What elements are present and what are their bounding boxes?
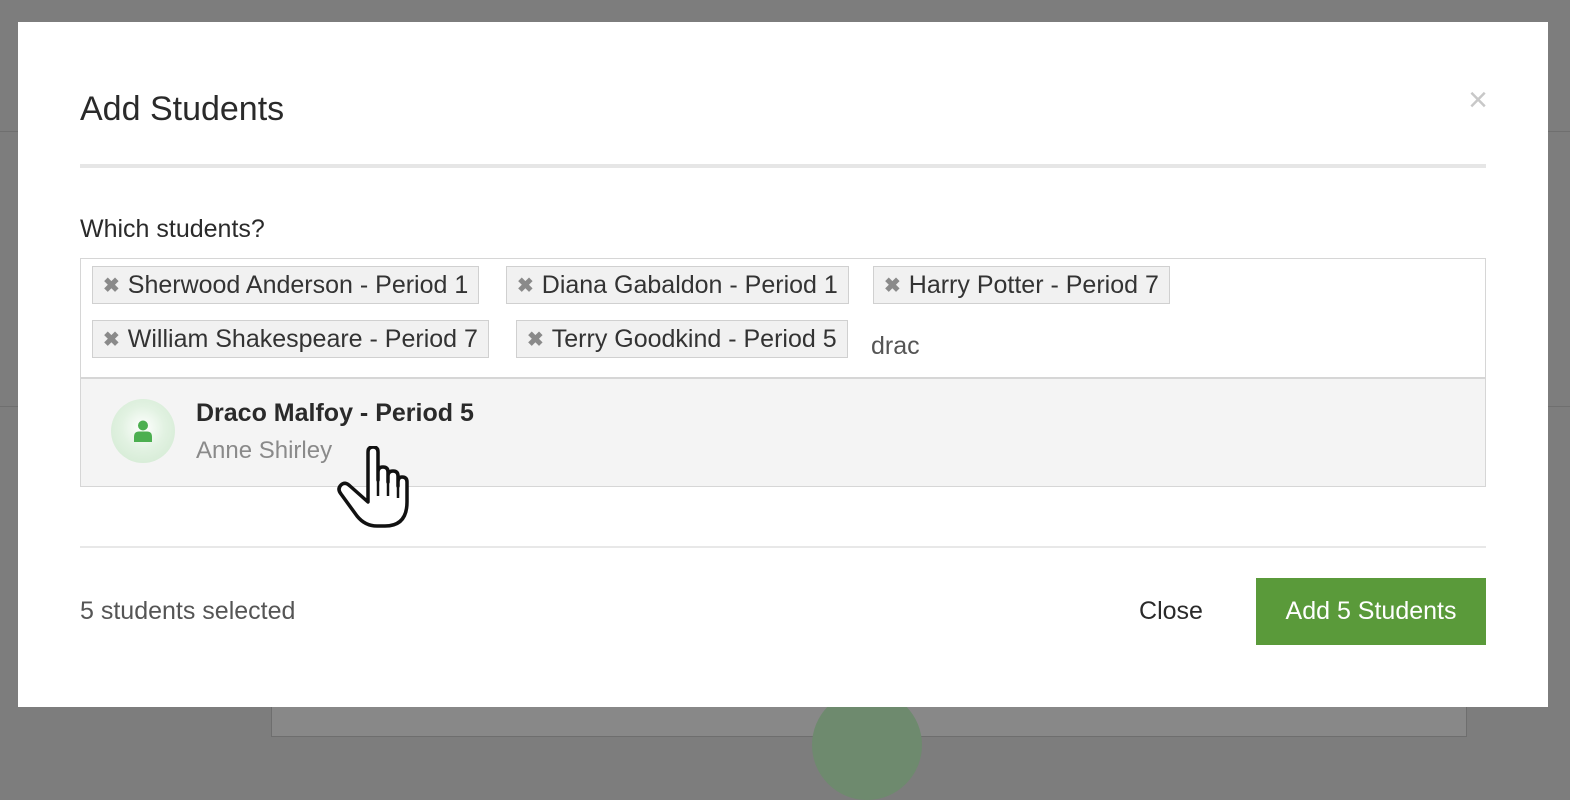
student-search-input[interactable]	[871, 329, 1071, 363]
remove-chip-icon[interactable]: ✖	[527, 327, 544, 352]
chip-label: Terry Goodkind - Period 5	[551, 324, 837, 353]
selected-student-chip: ✖ William Shakespeare - Period 7	[92, 320, 489, 358]
chip-label: Diana Gabaldon - Period 1	[541, 270, 838, 299]
student-multi-select[interactable]: ✖ Sherwood Anderson - Period 1 ✖ Diana G…	[80, 258, 1486, 378]
remove-chip-icon[interactable]: ✖	[884, 273, 901, 298]
selected-count: 5 students selected	[80, 597, 296, 625]
result-name: Draco Malfoy - Period 5	[196, 399, 474, 427]
modal-title: Add Students	[80, 90, 285, 128]
title-divider	[80, 164, 1486, 168]
chip-label: Harry Potter - Period 7	[908, 270, 1159, 299]
result-subtitle: Anne Shirley	[196, 437, 333, 464]
close-button[interactable]: Close	[1118, 578, 1224, 644]
chip-label: William Shakespeare - Period 7	[127, 324, 478, 353]
remove-chip-icon[interactable]: ✖	[517, 273, 534, 298]
field-label: Which students?	[80, 215, 265, 243]
close-icon[interactable]: ×	[1468, 80, 1488, 120]
search-result-option[interactable]: Draco Malfoy - Period 5 Anne Shirley	[80, 378, 1486, 487]
chip-label: Sherwood Anderson - Period 1	[127, 270, 469, 299]
selected-student-chip: ✖ Diana Gabaldon - Period 1	[506, 266, 849, 304]
user-icon	[134, 420, 152, 442]
hand-cursor-icon	[337, 446, 409, 528]
add-students-button[interactable]: Add 5 Students	[1256, 578, 1486, 645]
avatar	[111, 399, 175, 463]
selected-student-chip: ✖ Sherwood Anderson - Period 1	[92, 266, 480, 304]
selected-student-chip: ✖ Harry Potter - Period 7	[873, 266, 1170, 304]
remove-chip-icon[interactable]: ✖	[103, 273, 120, 298]
remove-chip-icon[interactable]: ✖	[103, 327, 120, 352]
add-students-modal: Add Students × Which students? ✖ Sherwoo…	[18, 22, 1548, 707]
footer-divider	[80, 546, 1486, 548]
selected-student-chip: ✖ Terry Goodkind - Period 5	[516, 320, 848, 358]
